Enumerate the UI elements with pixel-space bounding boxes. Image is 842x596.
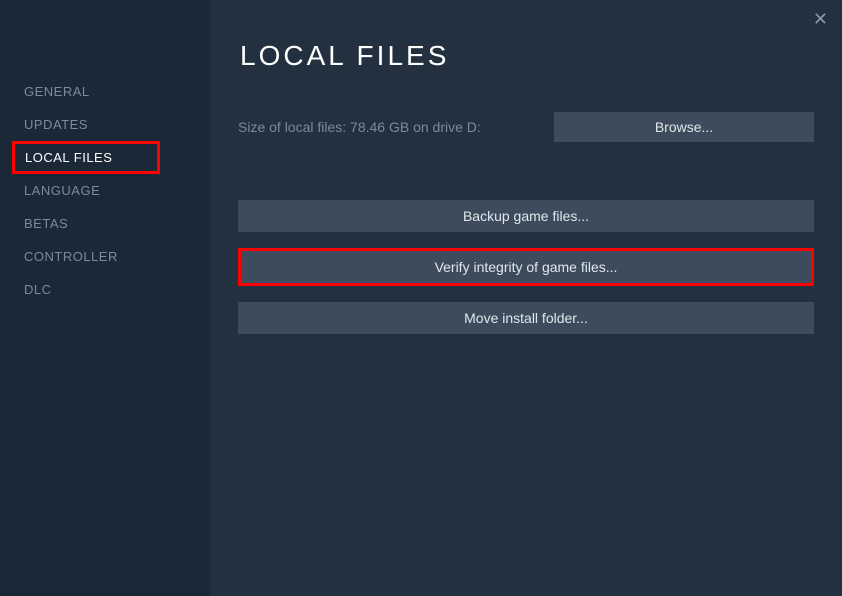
browse-button[interactable]: Browse... — [554, 112, 814, 142]
main-panel: ✕ LOCAL FILES Size of local files: 78.46… — [210, 0, 842, 596]
size-row: Size of local files: 78.46 GB on drive D… — [238, 112, 814, 142]
close-icon[interactable]: ✕ — [813, 10, 828, 28]
sidebar: GENERAL UPDATES LOCAL FILES LANGUAGE BET… — [0, 0, 210, 596]
move-install-folder-button[interactable]: Move install folder... — [238, 302, 814, 334]
sidebar-item-general[interactable]: GENERAL — [0, 75, 210, 108]
sidebar-item-local-files[interactable]: LOCAL FILES — [12, 141, 160, 174]
sidebar-item-updates[interactable]: UPDATES — [0, 108, 210, 141]
sidebar-item-betas[interactable]: BETAS — [0, 207, 210, 240]
local-files-size-text: Size of local files: 78.46 GB on drive D… — [238, 119, 481, 135]
sidebar-item-language[interactable]: LANGUAGE — [0, 174, 210, 207]
verify-integrity-button[interactable]: Verify integrity of game files... — [238, 248, 814, 286]
backup-game-files-button[interactable]: Backup game files... — [238, 200, 814, 232]
sidebar-item-controller[interactable]: CONTROLLER — [0, 240, 210, 273]
page-title: LOCAL FILES — [240, 40, 814, 72]
sidebar-item-dlc[interactable]: DLC — [0, 273, 210, 306]
